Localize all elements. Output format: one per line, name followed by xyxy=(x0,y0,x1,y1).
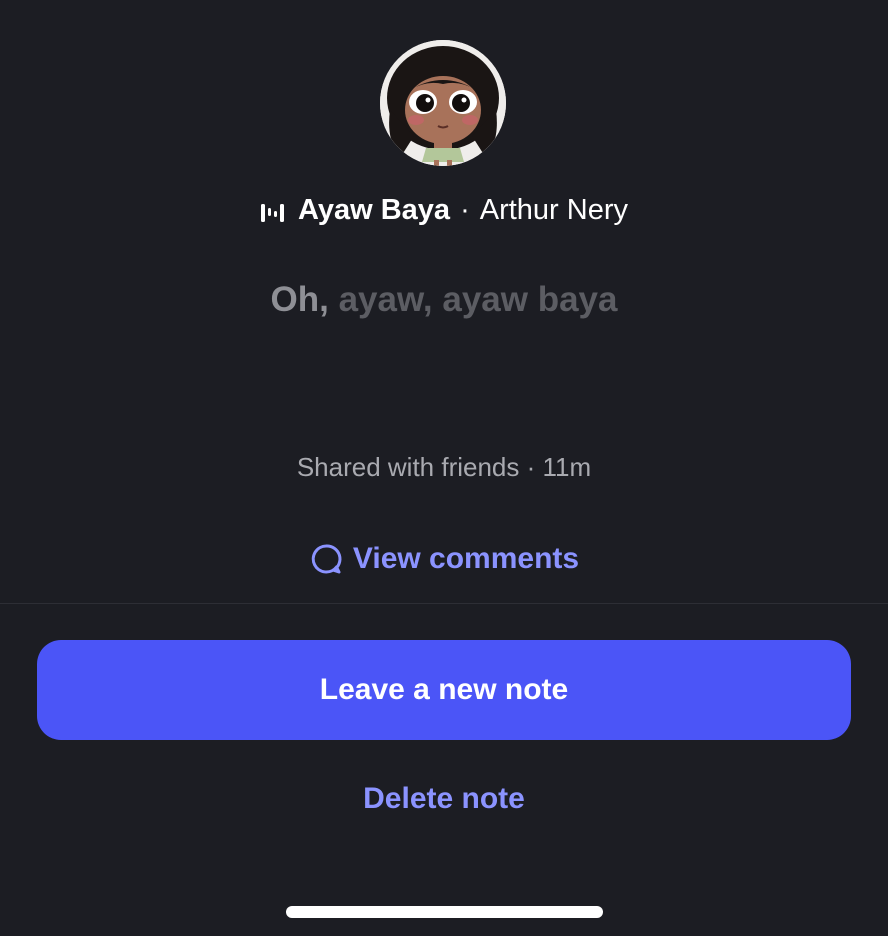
music-bars-icon xyxy=(260,199,286,222)
view-comments-label: View comments xyxy=(352,542,580,575)
avatar[interactable] xyxy=(380,40,506,166)
lyric-active-word: Oh, xyxy=(270,280,329,319)
view-comments-link[interactable]: View comments xyxy=(0,538,888,580)
home-indicator[interactable] xyxy=(286,906,603,918)
leave-new-note-button[interactable]: Leave a new note xyxy=(37,640,851,740)
song-info[interactable]: Ayaw Baya · Arthur Nery xyxy=(0,188,888,232)
song-artist: Arthur Nery xyxy=(479,193,628,226)
song-separator: · xyxy=(460,193,470,226)
delete-note-button[interactable]: Delete note xyxy=(0,782,888,816)
cartoon-girl-avatar-icon xyxy=(380,40,506,166)
note-sheet: Ayaw Baya · Arthur Nery Oh, ayaw, ayaw b… xyxy=(0,0,888,936)
lyric-rest: ayaw, ayaw baya xyxy=(338,280,618,319)
speech-bubble-icon xyxy=(309,542,343,576)
divider xyxy=(0,603,888,604)
song-title: Ayaw Baya xyxy=(297,193,451,226)
lyric-line: Oh, ayaw, ayaw baya xyxy=(0,280,888,320)
shared-status: Shared with friends · 11m xyxy=(296,452,592,482)
